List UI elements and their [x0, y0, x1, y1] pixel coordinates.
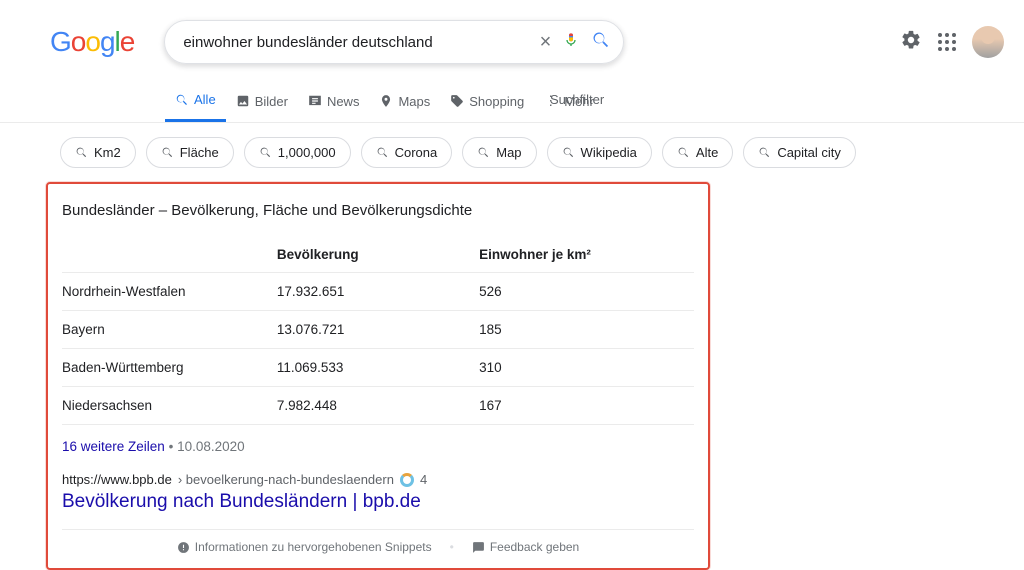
table-header-dens: Einwohner je km² — [479, 237, 694, 273]
table-header-name — [62, 237, 277, 273]
feedback-link[interactable]: Feedback geben — [472, 540, 579, 554]
google-logo[interactable]: Google — [50, 26, 134, 58]
chip-1-000-000[interactable]: 1,000,000 — [244, 137, 351, 168]
chip-corona[interactable]: Corona — [361, 137, 453, 168]
tab-shopping[interactable]: Shopping — [440, 84, 534, 121]
apps-icon[interactable] — [938, 33, 956, 51]
tab-images-label: Bilder — [255, 94, 288, 109]
avatar[interactable] — [972, 26, 1004, 58]
search-icon[interactable] — [591, 30, 611, 55]
gear-icon[interactable] — [900, 29, 922, 56]
chip-fl-che[interactable]: Fläche — [146, 137, 234, 168]
snippet-title: Bundesländer – Bevölkerung, Fläche und B… — [62, 202, 694, 219]
tab-images[interactable]: Bilder — [226, 84, 298, 121]
search-box[interactable]: × — [164, 20, 624, 64]
snippet-info-label: Informationen zu hervorgehobenen Snippet… — [195, 540, 432, 554]
tab-news-label: News — [327, 94, 360, 109]
more-rows-link[interactable]: 16 weitere Zeilen — [62, 439, 165, 454]
table-row: Nordrhein-Westfalen17.932.651526 — [62, 273, 694, 311]
table-row: Bayern13.076.721185 — [62, 311, 694, 349]
cite-path: › bevoelkerung-nach-bundeslaendern — [178, 472, 394, 487]
clear-icon[interactable]: × — [540, 31, 552, 54]
trust-ring-icon — [400, 473, 414, 487]
cite-line[interactable]: https://www.bpb.de › bevoelkerung-nach-b… — [62, 472, 694, 487]
result-title-link[interactable]: Bevölkerung nach Bundesländern | bpb.de — [62, 491, 694, 513]
chip-alte[interactable]: Alte — [662, 137, 733, 168]
table-header-pop: Bevölkerung — [277, 237, 479, 273]
feedback-label: Feedback geben — [490, 540, 579, 554]
cite-badge: 4 — [420, 472, 427, 487]
snippet-date: 10.08.2020 — [177, 439, 245, 454]
chip-map[interactable]: Map — [462, 137, 536, 168]
search-input[interactable] — [183, 34, 539, 51]
table-row: Niedersachsen7.982.448167 — [62, 387, 694, 425]
tab-shopping-label: Shopping — [469, 94, 524, 109]
tab-news[interactable]: News — [298, 84, 370, 121]
chip-capital-city[interactable]: Capital city — [743, 137, 856, 168]
chip-km2[interactable]: Km2 — [60, 137, 136, 168]
tab-all-label: Alle — [194, 92, 216, 107]
tab-maps[interactable]: Maps — [369, 84, 440, 121]
chip-wikipedia[interactable]: Wikipedia — [547, 137, 652, 168]
featured-snippet: Bundesländer – Bevölkerung, Fläche und B… — [46, 182, 710, 570]
search-filter-link[interactable]: Suchfilter — [550, 92, 604, 107]
tab-maps-label: Maps — [398, 94, 430, 109]
more-rows-line: 16 weitere Zeilen • 10.08.2020 — [62, 439, 694, 454]
table-row: Baden-Württemberg11.069.533310 — [62, 349, 694, 387]
cite-domain: https://www.bpb.de — [62, 472, 172, 487]
tab-all[interactable]: Alle — [165, 82, 226, 122]
mic-icon[interactable] — [563, 30, 579, 55]
snippet-table: Bevölkerung Einwohner je km² Nordrhein-W… — [62, 237, 694, 425]
snippet-info-link[interactable]: Informationen zu hervorgehobenen Snippet… — [177, 540, 432, 554]
